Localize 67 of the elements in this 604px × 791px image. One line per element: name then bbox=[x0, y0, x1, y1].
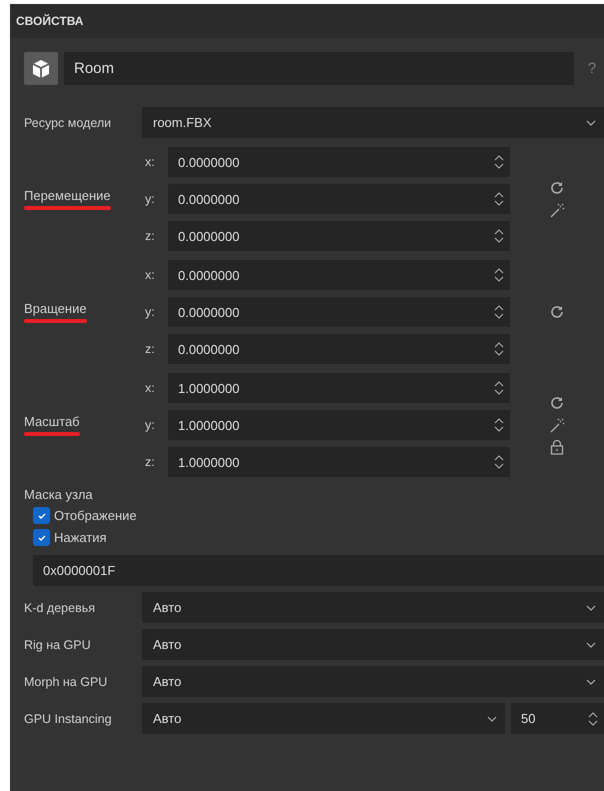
number-field[interactable]: 0.0000000 bbox=[168, 147, 510, 177]
dropdown[interactable]: Авто bbox=[142, 666, 604, 697]
group-label: Масштаб bbox=[24, 414, 80, 429]
chevron-down-icon bbox=[586, 678, 596, 684]
checkbox[interactable] bbox=[33, 529, 50, 546]
name-field[interactable]: Room bbox=[64, 52, 574, 85]
mask-value-field[interactable]: 0x0000001F bbox=[33, 555, 604, 586]
group-label: Перемещение bbox=[24, 188, 111, 203]
number-field[interactable]: 50 bbox=[511, 703, 604, 734]
reset-icon bbox=[551, 306, 563, 318]
panel-title: СВОЙСТВА bbox=[10, 4, 604, 38]
number-field[interactable]: 0.0000000 bbox=[168, 260, 510, 290]
reset-icon[interactable] bbox=[549, 304, 565, 320]
spinner-arrows-icon[interactable] bbox=[494, 380, 504, 396]
axis-label: x: bbox=[144, 268, 156, 282]
spinner-arrows-icon[interactable] bbox=[494, 454, 504, 470]
spinner-arrows-icon[interactable] bbox=[494, 154, 504, 170]
reset-icon[interactable] bbox=[549, 395, 565, 411]
spinner-arrows-icon[interactable] bbox=[494, 417, 504, 433]
field-label: Morph на GPU bbox=[24, 674, 108, 688]
spinner-arrows-icon[interactable] bbox=[588, 710, 598, 726]
spinner-arrows-icon[interactable] bbox=[494, 304, 504, 320]
axis-label: x: bbox=[144, 155, 156, 169]
spinner-arrows-icon[interactable] bbox=[494, 341, 504, 357]
axis-label: z: bbox=[144, 229, 156, 243]
cube-icon bbox=[24, 52, 58, 85]
axis-label: x: bbox=[144, 381, 156, 395]
number-field[interactable]: 0.0000000 bbox=[168, 334, 510, 364]
checkmark-icon bbox=[36, 510, 46, 520]
number-field[interactable]: 0.0000000 bbox=[168, 297, 510, 327]
number-field[interactable]: 1.0000000 bbox=[168, 410, 510, 440]
field-label: GPU Instancing bbox=[24, 712, 113, 726]
number-field[interactable]: 1.0000000 bbox=[168, 373, 510, 403]
checkmark-icon bbox=[36, 532, 46, 542]
reset-icon[interactable] bbox=[549, 180, 565, 196]
chevron-down-icon bbox=[586, 642, 596, 648]
field-label: K-d деревья bbox=[24, 600, 96, 614]
dropdown[interactable]: Авто bbox=[142, 629, 604, 660]
chevron-down-icon bbox=[487, 716, 497, 722]
dropdown[interactable]: Авто bbox=[142, 703, 505, 734]
spinner-arrows-icon[interactable] bbox=[494, 191, 504, 207]
resource-dropdown[interactable]: room.FBX bbox=[142, 107, 604, 138]
checkbox[interactable] bbox=[33, 507, 50, 524]
number-field[interactable]: 0.0000000 bbox=[168, 221, 510, 251]
axis-label: y: bbox=[144, 418, 156, 432]
chevron-down-icon bbox=[586, 604, 596, 610]
field-label: Ресурс модели bbox=[24, 116, 112, 130]
axis-label: z: bbox=[144, 455, 156, 469]
axis-label: y: bbox=[144, 192, 156, 206]
field-label: Rig на GPU bbox=[24, 638, 92, 652]
axis-label: z: bbox=[144, 342, 156, 356]
spinner-arrows-icon[interactable] bbox=[494, 267, 504, 283]
checkbox-label: Нажатия bbox=[54, 530, 107, 545]
group-label: Вращение bbox=[24, 301, 87, 316]
axis-label: y: bbox=[144, 305, 156, 319]
checkbox-label: Отображение bbox=[54, 508, 137, 523]
lock-icon[interactable] bbox=[549, 439, 565, 455]
number-field[interactable]: 1.0000000 bbox=[168, 447, 510, 477]
reset-icon bbox=[551, 182, 563, 194]
wand-icon[interactable] bbox=[549, 417, 565, 433]
reset-icon bbox=[551, 397, 563, 409]
spinner-arrows-icon[interactable] bbox=[494, 228, 504, 244]
dropdown[interactable]: Авто bbox=[142, 592, 604, 623]
chevron-down-icon bbox=[586, 120, 596, 126]
section-label: Маска узла bbox=[24, 487, 94, 502]
number-field[interactable]: 0.0000000 bbox=[168, 184, 510, 214]
wand-icon[interactable] bbox=[549, 202, 565, 218]
